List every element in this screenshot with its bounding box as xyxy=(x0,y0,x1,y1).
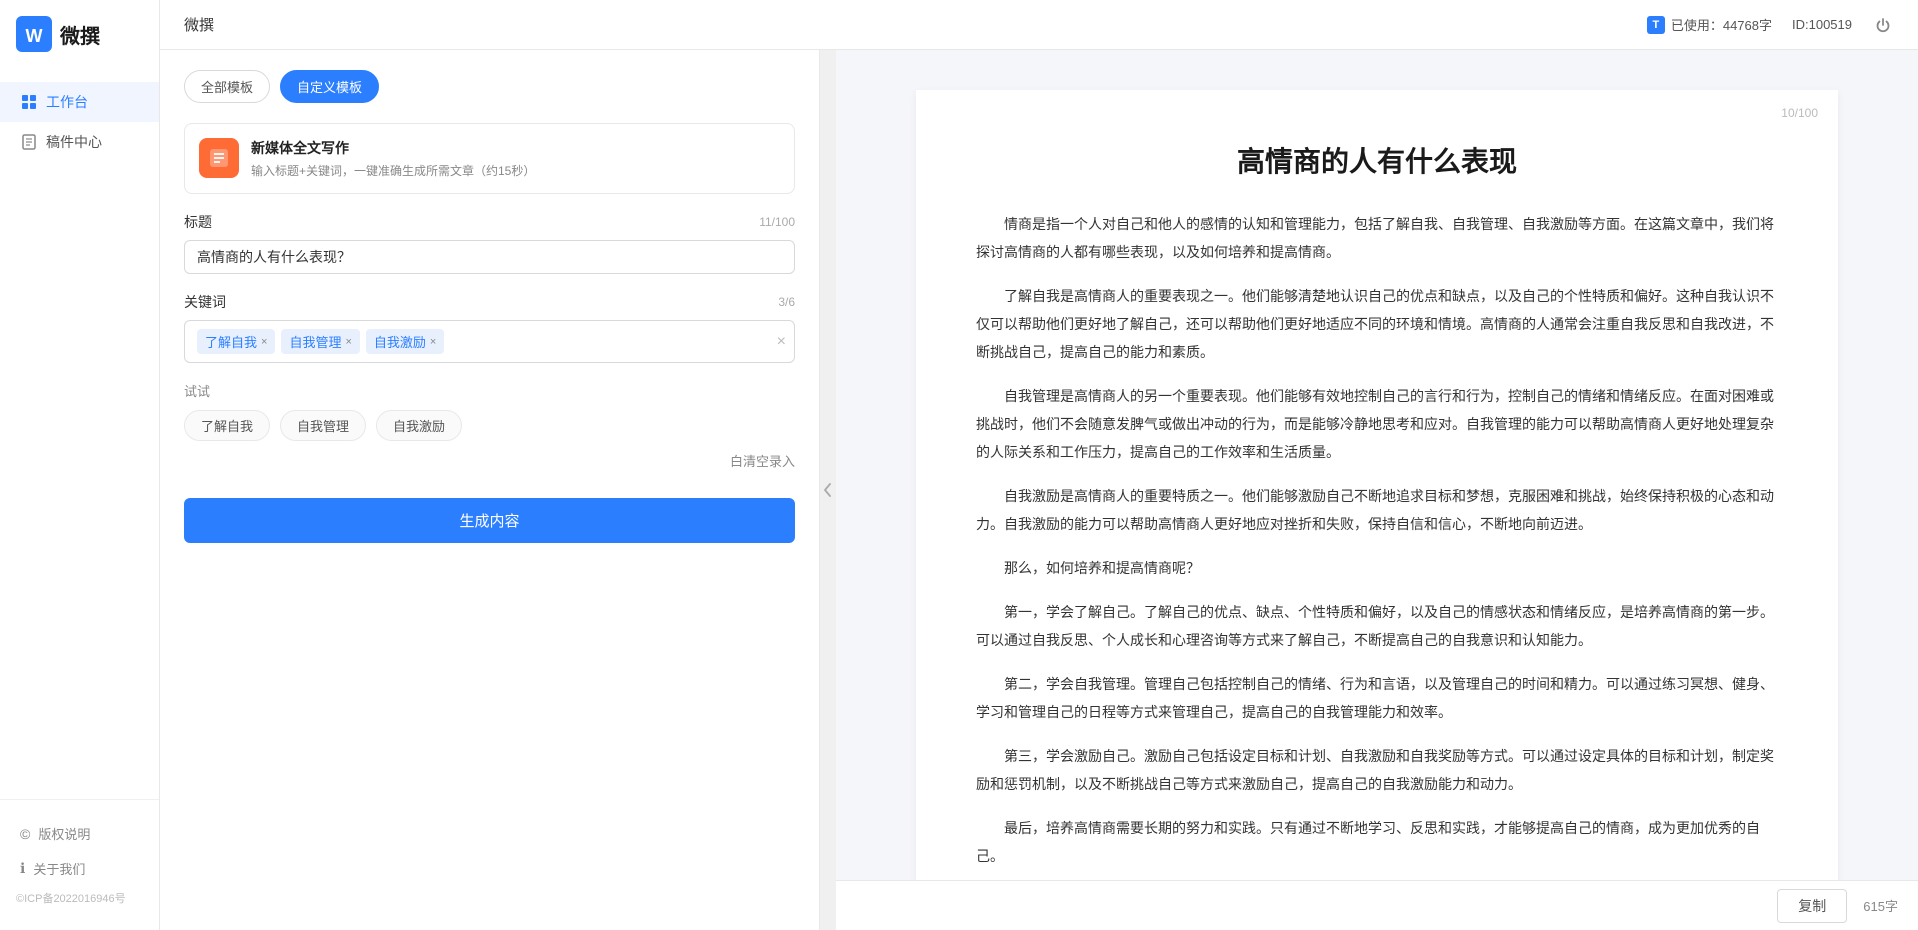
title-label-row: 标题 11/100 xyxy=(184,212,795,232)
try-tag-1[interactable]: 自我管理 xyxy=(280,410,366,441)
title-input[interactable] xyxy=(184,240,795,274)
try-tag-0[interactable]: 了解自我 xyxy=(184,410,270,441)
left-panel: 全部模板 自定义模板 新媒体全文写作 输入标题+关键词，一键准确生成所需文章（约… xyxy=(160,50,820,930)
try-tags: 了解自我 自我管理 自我激励 xyxy=(184,410,795,441)
keyword-remove-1[interactable]: × xyxy=(345,336,351,348)
drafts-icon xyxy=(20,133,38,151)
logo-icon: W xyxy=(16,16,52,52)
preview-body: 情商是指一个人对自己和他人的感情的认知和管理能力，包括了解自我、自我管理、自我激… xyxy=(976,210,1778,870)
svg-text:W: W xyxy=(26,26,43,46)
app-name: 微撰 xyxy=(60,20,100,49)
word-count: 615字 xyxy=(1863,896,1898,915)
keywords-clear-btn[interactable]: × xyxy=(777,333,786,351)
preview-title: 高情商的人有什么表现 xyxy=(976,140,1778,180)
workbench-icon xyxy=(20,93,38,111)
copyright-icon: © xyxy=(20,826,30,842)
tab-all[interactable]: 全部模板 xyxy=(184,70,270,103)
keyword-remove-0[interactable]: × xyxy=(261,336,267,348)
preview-para-6: 第二，学会自我管理。管理自己包括控制自己的情绪、行为和言语，以及管理自己的时间和… xyxy=(976,670,1778,726)
template-info: 新媒体全文写作 输入标题+关键词，一键准确生成所需文章（约15秒） xyxy=(251,138,535,179)
content-area: 全部模板 自定义模板 新媒体全文写作 输入标题+关键词，一键准确生成所需文章（约… xyxy=(160,50,1918,930)
try-tag-2[interactable]: 自我激励 xyxy=(376,410,462,441)
title-count: 11/100 xyxy=(759,215,795,229)
tab-custom[interactable]: 自定义模板 xyxy=(280,70,379,103)
preview-para-1: 了解自我是高情商人的重要表现之一。他们能够清楚地认识自己的优点和缺点，以及自己的… xyxy=(976,282,1778,366)
copy-button[interactable]: 复制 xyxy=(1777,889,1847,923)
preview-para-0: 情商是指一个人对自己和他人的感情的认知和管理能力，包括了解自我、自我管理、自我激… xyxy=(976,210,1778,266)
workbench-label: 工作台 xyxy=(46,92,88,112)
header-title: 微撰 xyxy=(184,14,214,35)
keyword-tag-2: 自我激励 × xyxy=(366,329,444,354)
preview-para-4: 那么，如何培养和提高情商呢？ xyxy=(976,554,1778,582)
tab-bar: 全部模板 自定义模板 xyxy=(184,70,795,103)
sidebar-item-workbench[interactable]: 工作台 xyxy=(0,82,159,122)
try-clear-btn[interactable]: 白清空录入 xyxy=(184,451,795,470)
footer-copyright[interactable]: © 版权说明 xyxy=(0,816,159,851)
page-number: 10/100 xyxy=(1781,106,1818,120)
drafts-label: 稿件中心 xyxy=(46,132,102,152)
preview-para-5: 第一，学会了解自己。了解自己的优点、缺点、个性特质和偏好，以及自己的情感状态和情… xyxy=(976,598,1778,654)
try-label: 试试 xyxy=(184,381,795,400)
logo-area: W 微撰 xyxy=(0,0,159,72)
title-section: 标题 11/100 xyxy=(184,212,795,274)
preview-area: 10/100 高情商的人有什么表现 情商是指一个人对自己和他人的感情的认知和管理… xyxy=(836,50,1918,880)
usage-label: 已使用：44768字 xyxy=(1671,15,1772,34)
title-label: 标题 xyxy=(184,212,212,232)
keyword-tag-0: 了解自我 × xyxy=(197,329,275,354)
footer-about[interactable]: ℹ 关于我们 xyxy=(0,851,159,886)
preview-para-7: 第三，学会激励自己。激励自己包括设定目标和计划、自我激励和自我奖励等方式。可以通… xyxy=(976,742,1778,798)
keyword-count: 3/6 xyxy=(778,295,795,309)
preview-para-8: 最后，培养高情商需要长期的努力和实践。只有通过不断地学习、反思和实践，才能够提高… xyxy=(976,814,1778,870)
sidebar: W 微撰 工作台 xyxy=(0,0,160,930)
preview-para-3: 自我激励是高情商人的重要特质之一。他们能够激励自己不断地追求目标和梦想，克服困难… xyxy=(976,482,1778,538)
sidebar-item-drafts[interactable]: 稿件中心 xyxy=(0,122,159,162)
keyword-section: 关键词 3/6 了解自我 × 自我管理 × 自我激励 × xyxy=(184,292,795,363)
keywords-box[interactable]: 了解自我 × 自我管理 × 自我激励 × × xyxy=(184,320,795,363)
top-header: 微撰 T 已使用：44768字 ID:100519 xyxy=(160,0,1918,50)
icp-text: ©ICP备2022016946号 xyxy=(0,886,159,914)
keyword-remove-2[interactable]: × xyxy=(430,336,436,348)
power-button[interactable] xyxy=(1872,14,1894,36)
usage-info: T 已使用：44768字 xyxy=(1647,15,1772,34)
template-card: 新媒体全文写作 输入标题+关键词，一键准确生成所需文章（约15秒） xyxy=(184,123,795,194)
preview-footer: 复制 615字 xyxy=(836,880,1918,930)
main-wrapper: 微撰 T 已使用：44768字 ID:100519 全部模板 自定义模板 xyxy=(160,0,1918,930)
keyword-tag-1: 自我管理 × xyxy=(281,329,359,354)
info-icon: ℹ xyxy=(20,860,25,877)
preview-content: 10/100 高情商的人有什么表现 情商是指一个人对自己和他人的感情的认知和管理… xyxy=(916,90,1838,880)
try-section: 试试 了解自我 自我管理 自我激励 白清空录入 xyxy=(184,381,795,470)
preview-para-2: 自我管理是高情商人的另一个重要表现。他们能够有效地控制自己的言行和行为，控制自己… xyxy=(976,382,1778,466)
template-icon xyxy=(199,138,239,178)
generate-button[interactable]: 生成内容 xyxy=(184,498,795,543)
template-desc: 输入标题+关键词，一键准确生成所需文章（约15秒） xyxy=(251,162,535,179)
keyword-label: 关键词 xyxy=(184,292,226,312)
id-info: ID:100519 xyxy=(1792,17,1852,32)
sidebar-nav: 工作台 稿件中心 xyxy=(0,72,159,799)
keyword-label-row: 关键词 3/6 xyxy=(184,292,795,312)
collapse-handle[interactable] xyxy=(820,50,836,930)
usage-icon: T xyxy=(1647,16,1665,34)
template-title: 新媒体全文写作 xyxy=(251,138,535,158)
sidebar-footer: © 版权说明 ℹ 关于我们 ©ICP备2022016946号 xyxy=(0,799,159,930)
header-right: T 已使用：44768字 ID:100519 xyxy=(1647,14,1894,36)
right-panel: 10/100 高情商的人有什么表现 情商是指一个人对自己和他人的感情的认知和管理… xyxy=(836,50,1918,930)
